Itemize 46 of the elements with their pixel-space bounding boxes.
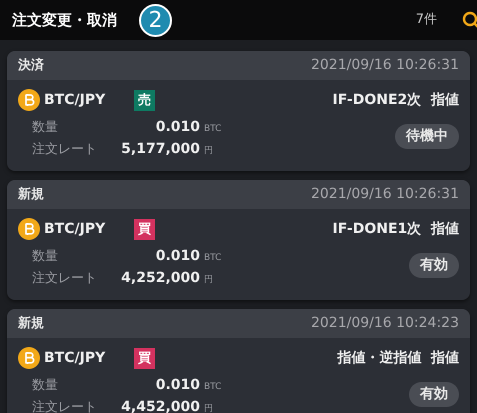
rate-unit: 円 [204, 274, 213, 287]
step-badge: 2 [139, 4, 172, 36]
bitcoin-icon [18, 218, 40, 240]
rate-value: 4,452,000 [120, 398, 200, 413]
order-time: 2021/09/16 10:24:23 [310, 314, 459, 333]
page-title: 注文変更・取消 [12, 10, 117, 31]
order-category: 新規 [18, 186, 44, 204]
order-category: 決済 [18, 56, 44, 75]
quantity-value: 0.010 [154, 376, 200, 395]
quantity-label: 数量 [32, 377, 59, 395]
rate-unit: 円 [204, 145, 213, 158]
currency-pair: BTC/JPY [44, 90, 106, 110]
quantity-unit: BTC [204, 123, 222, 136]
order-type: IF-DONE2次 指値 [332, 91, 459, 110]
currency-pair: BTC/JPY [44, 220, 106, 238]
order-card[interactable]: 新規 2021/09/16 10:26:31 BTC/JPY 買 数量 0.010 BTC 注文レート 4,252,000 円 IF-DONE1次 指値 有効 [7, 180, 470, 300]
rate-value: 4,252,000 [120, 269, 200, 288]
side-tag: 買 [134, 348, 155, 368]
rate-value: 5,177,000 [120, 140, 200, 159]
order-type: IF-DONE1次 指値 [332, 220, 459, 239]
rate-label: 注文レート [32, 141, 94, 159]
quantity-unit: BTC [204, 381, 222, 394]
currency-pair: BTC/JPY [44, 348, 106, 368]
quantity-value: 0.010 [154, 118, 200, 137]
order-type: 指値・逆指値 指値 [337, 349, 459, 368]
order-count: 7件 [416, 11, 437, 30]
order-card[interactable]: 新規 2021/09/16 10:24:23 BTC/JPY 買 数量 0.010 BTC 注文レート 4,452,000 円 指値・逆指値 指値 有効 [7, 309, 470, 413]
quantity-unit: BTC [204, 252, 222, 265]
order-time: 2021/09/16 10:26:31 [310, 185, 459, 204]
order-category: 新規 [18, 314, 44, 333]
status-button[interactable]: 有効 [409, 253, 459, 278]
order-card[interactable]: 決済 2021/09/16 10:26:31 BTC/JPY 売 数量 0.010 BTC 注文レート 5,177,000 円 IF-DONE2次 指値 待機中 [7, 51, 470, 171]
side-tag: 買 [134, 218, 155, 240]
side-tag: 売 [134, 90, 155, 110]
bitcoin-icon [18, 347, 40, 369]
bitcoin-icon [18, 89, 40, 111]
rate-label: 注文レート [32, 270, 94, 288]
rate-label: 注文レート [32, 399, 94, 413]
quantity-label: 数量 [32, 119, 59, 137]
search-icon[interactable] [462, 11, 477, 29]
status-button[interactable]: 有効 [409, 382, 459, 407]
quantity-label: 数量 [32, 248, 59, 266]
order-time: 2021/09/16 10:26:31 [310, 56, 459, 75]
status-button[interactable]: 待機中 [395, 124, 459, 149]
rate-unit: 円 [204, 403, 213, 413]
quantity-value: 0.010 [154, 247, 200, 266]
